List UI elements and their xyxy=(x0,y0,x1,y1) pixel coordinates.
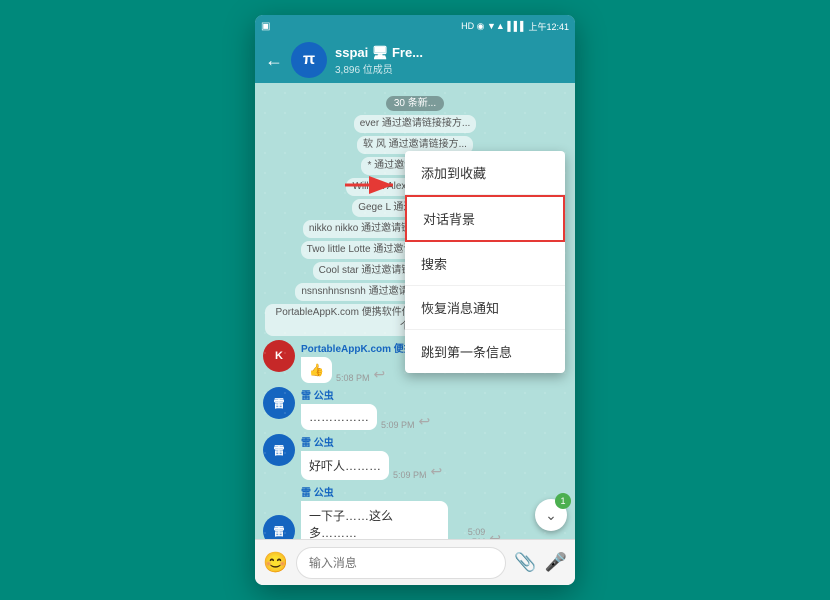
header-info: sspai 🖥 Fre... 3,896 位成员 xyxy=(335,45,565,76)
emoji-button[interactable]: 😊 xyxy=(263,550,288,575)
back-button[interactable]: ← xyxy=(265,50,283,71)
header-avatar: π xyxy=(291,42,327,78)
scroll-down-button[interactable]: ⌄ 1 xyxy=(535,499,567,531)
attach-button[interactable]: 📎 xyxy=(514,552,536,573)
menu-item-chat-background[interactable]: 对话背景 xyxy=(405,195,565,242)
status-left: ▣ xyxy=(261,21,270,32)
status-icon: ▣ xyxy=(261,21,270,32)
status-right: HD ◉ ▼▲ ▌▌▌ 上午12:41 xyxy=(461,20,569,33)
status-time: 上午12:41 xyxy=(528,20,569,33)
menu-item-add-favorites[interactable]: 添加到收藏 xyxy=(405,151,565,195)
menu-item-search[interactable]: 搜索 xyxy=(405,242,565,286)
message-input[interactable] xyxy=(296,547,506,579)
phone-frame: ▣ HD ◉ ▼▲ ▌▌▌ 上午12:41 ← π sspai 🖥 Fre...… xyxy=(255,15,575,585)
msg-bubble-4: 一下子……这么多……… xyxy=(301,501,448,539)
group-name: sspai 🖥 Fre... xyxy=(335,45,565,61)
msg-bubble-1: 👍 xyxy=(301,357,332,383)
status-bar: ▣ HD ◉ ▼▲ ▌▌▌ 上午12:41 xyxy=(255,15,575,37)
chat-body: 30 条新... ever 通过邀请链接接方... 软 风 通过邀请链接方...… xyxy=(255,83,575,539)
signal-icons: HD ◉ ▼▲ ▌▌▌ xyxy=(461,21,526,32)
arrow-indicator xyxy=(345,171,405,204)
menu-item-jump-first[interactable]: 跳到第一条信息 xyxy=(405,330,565,373)
chat-header: ← π sspai 🖥 Fre... 3,896 位成员 xyxy=(255,37,575,83)
unread-badge: 1 xyxy=(555,493,571,509)
member-count: 3,896 位成员 xyxy=(335,61,565,76)
chevron-down-icon: ⌄ xyxy=(545,507,557,524)
msg-bubble-2: …………… xyxy=(301,404,377,430)
chat-footer: 😊 📎 🎤 xyxy=(255,539,575,585)
mic-button[interactable]: 🎤 xyxy=(545,552,567,573)
dropdown-menu: 添加到收藏 对话背景 搜索 恢复消息通知 跳到第一条信息 xyxy=(405,151,565,373)
msg-bubble-3: 好吓人……… xyxy=(301,451,389,480)
menu-item-restore-notifications[interactable]: 恢复消息通知 xyxy=(405,286,565,330)
